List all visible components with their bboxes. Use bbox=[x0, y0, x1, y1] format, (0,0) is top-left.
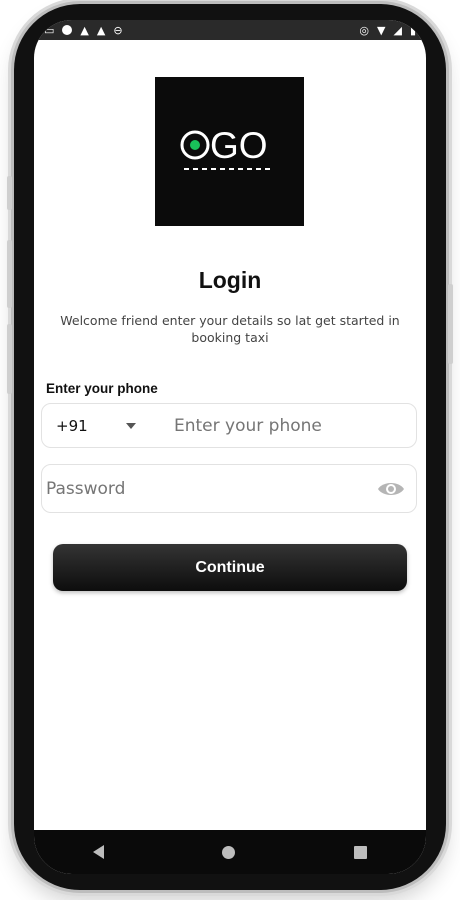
phone-input[interactable] bbox=[150, 414, 416, 437]
cast-icon: ▭ bbox=[44, 23, 55, 37]
system-nav-bar bbox=[34, 830, 426, 874]
side-button bbox=[7, 240, 12, 308]
status-icons-left: ▭ ▲ ▲ ⊖ bbox=[44, 24, 123, 37]
wifi-icon: ▼ bbox=[377, 23, 386, 37]
page-title: Login bbox=[198, 267, 262, 293]
signal-icon: ◢ bbox=[393, 23, 402, 37]
app-logo: GO bbox=[155, 77, 304, 226]
notification-icon: ▲ bbox=[80, 23, 89, 37]
country-code-select[interactable]: +91 bbox=[42, 417, 150, 435]
side-button bbox=[7, 324, 12, 394]
phone-field: +91 bbox=[41, 403, 417, 448]
status-icons-right: ◎ ▼ ◢ ▮ bbox=[359, 24, 416, 37]
side-button bbox=[7, 176, 12, 210]
eye-icon[interactable] bbox=[376, 477, 406, 501]
battery-icon: ▮ bbox=[409, 23, 416, 37]
country-code-value: +91 bbox=[56, 416, 88, 435]
ogo-logo: GO bbox=[180, 127, 274, 170]
location-icon: ◎ bbox=[359, 23, 369, 37]
back-icon[interactable] bbox=[93, 845, 105, 859]
recent-apps-icon[interactable] bbox=[353, 845, 367, 859]
password-input[interactable] bbox=[42, 477, 376, 500]
db-icon: ⊖ bbox=[113, 23, 123, 37]
phone-label: Enter your phone bbox=[46, 381, 158, 396]
continue-button[interactable]: Continue bbox=[53, 544, 407, 591]
app-screen: ▭ ▲ ▲ ⊖ ◎ ▼ ◢ ▮ GO Login Welcome friend … bbox=[34, 20, 426, 874]
status-bar: ▭ ▲ ▲ ⊖ ◎ ▼ ◢ ▮ bbox=[34, 20, 426, 40]
password-field bbox=[41, 464, 417, 513]
record-icon bbox=[62, 25, 73, 35]
side-button bbox=[448, 284, 453, 364]
chevron-down-icon bbox=[126, 422, 136, 429]
page-subtitle: Welcome friend enter your details so lat… bbox=[60, 313, 400, 345]
notification-icon: ▲ bbox=[96, 23, 106, 37]
svg-text:GO: GO bbox=[210, 127, 268, 166]
home-icon[interactable] bbox=[222, 845, 236, 859]
